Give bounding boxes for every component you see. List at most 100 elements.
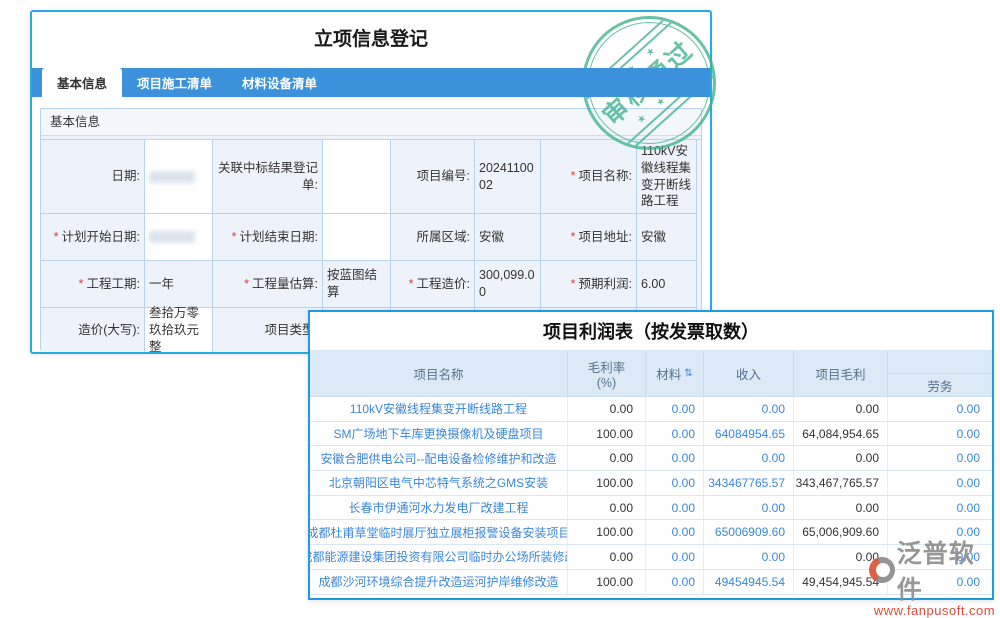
project-name-link[interactable]: 成都沙河环境综合提升改造运河护岸维修改造 bbox=[310, 570, 568, 594]
cell-value: 0.00 bbox=[568, 496, 646, 520]
cell-value: 49454945.54 bbox=[704, 570, 794, 594]
redacted-text bbox=[149, 171, 195, 183]
cell-value: 0.00 bbox=[794, 496, 888, 520]
cell-value: 0.00 bbox=[704, 446, 794, 470]
tab-1[interactable]: 项目施工清单 bbox=[122, 68, 227, 97]
column-header-text: 劳务 bbox=[927, 376, 952, 395]
field-label: *计划开始日期: bbox=[41, 214, 145, 261]
cell-value: 0.00 bbox=[888, 446, 992, 470]
column-header-5[interactable]: 劳务 bbox=[888, 351, 992, 396]
cell-value: 343467765.57 bbox=[704, 471, 794, 495]
cell-value: 0.00 bbox=[646, 545, 704, 569]
field-label: 日期: bbox=[41, 140, 145, 214]
table-row: 110kV安徽线程集变开断线路工程0.000.000.000.000.00 bbox=[310, 397, 992, 422]
fanpu-watermark: 泛普软件 www.fanpusoft.com bbox=[869, 534, 1000, 618]
required-marker: * bbox=[409, 276, 414, 293]
field-value[interactable]: 按蓝图结算 bbox=[323, 261, 391, 308]
column-header-3[interactable]: 收入 bbox=[704, 351, 794, 396]
field-label: *计划结束日期: bbox=[213, 214, 323, 261]
column-header-text: 毛利率(%) bbox=[584, 357, 629, 390]
field-label: *项目名称: bbox=[541, 140, 637, 214]
field-value[interactable]: 安徽 bbox=[475, 214, 541, 261]
table-row: SM广场地下车库更换摄像机及硬盘项目100.000.0064084954.656… bbox=[310, 422, 992, 447]
field-value[interactable]: 叁拾万零玖拾玖元整 bbox=[145, 308, 213, 354]
project-name-link[interactable]: SM广场地下车库更换摄像机及硬盘项目 bbox=[310, 422, 568, 446]
cell-value: 0.00 bbox=[888, 496, 992, 520]
project-name-link[interactable]: 成都能源建设集团投资有限公司临时办公场所装修改 bbox=[310, 545, 568, 569]
profit-table-header: 项目名称 毛利率(%) 材料⇅ 收入 项目毛利劳务 bbox=[310, 351, 992, 397]
cell-value: 0.00 bbox=[888, 422, 992, 446]
sort-icon[interactable]: ⇅ bbox=[684, 368, 692, 379]
cell-value: 100.00 bbox=[568, 422, 646, 446]
table-row: 安徽合肥供电公司--配电设备检修维护和改造0.000.000.000.000.0… bbox=[310, 446, 992, 471]
field-text: 预期利润: bbox=[579, 276, 632, 293]
field-value[interactable]: 300,099.00 bbox=[475, 261, 541, 308]
cell-value: 0.00 bbox=[568, 446, 646, 470]
cell-value: 0.00 bbox=[794, 446, 888, 470]
required-marker: * bbox=[79, 276, 84, 293]
required-marker: * bbox=[571, 276, 576, 293]
cell-value: 0.00 bbox=[646, 570, 704, 594]
project-name-link[interactable]: 110kV安徽线程集变开断线路工程 bbox=[310, 397, 568, 421]
project-name-link[interactable]: 安徽合肥供电公司--配电设备检修维护和改造 bbox=[310, 446, 568, 470]
cell-value: 0.00 bbox=[646, 520, 704, 544]
field-value[interactable] bbox=[145, 214, 213, 261]
field-value[interactable]: 一年 bbox=[145, 261, 213, 308]
project-name-link[interactable]: 长春市伊通河水力发电厂改建工程 bbox=[310, 496, 568, 520]
tab-0[interactable]: 基本信息 bbox=[42, 68, 122, 97]
field-label: *工程量估算: bbox=[213, 261, 323, 308]
project-name-link[interactable]: 北京朝阳区电气中芯特气系统之GMS安装 bbox=[310, 471, 568, 495]
watermark-brand: 泛普软件 bbox=[897, 534, 1000, 606]
column-header-text: 材料 bbox=[656, 364, 681, 383]
field-value[interactable] bbox=[323, 214, 391, 261]
field-label: 关联中标结果登记单: bbox=[213, 140, 323, 214]
field-value[interactable] bbox=[323, 140, 391, 214]
field-value[interactable] bbox=[145, 140, 213, 214]
field-text: 按蓝图结算 bbox=[327, 267, 386, 301]
column-header-group bbox=[888, 351, 992, 373]
table-row: 长春市伊通河水力发电厂改建工程0.000.000.000.000.00 bbox=[310, 496, 992, 521]
cell-value: 0.00 bbox=[704, 397, 794, 421]
field-text: 关联中标结果登记单: bbox=[217, 160, 318, 194]
field-value[interactable]: 安徽 bbox=[637, 214, 697, 261]
cell-value: 0.00 bbox=[888, 397, 992, 421]
cell-value: 65006909.60 bbox=[704, 520, 794, 544]
column-header-4[interactable]: 项目毛利 bbox=[794, 351, 888, 396]
redacted-text bbox=[149, 231, 195, 243]
cell-value: 0.00 bbox=[704, 545, 794, 569]
field-label: *项目地址: bbox=[541, 214, 637, 261]
field-value[interactable]: 110kV安徽线程集变开断线路工程 bbox=[637, 140, 697, 214]
cell-value: 0.00 bbox=[646, 496, 704, 520]
tab-2[interactable]: 材料设备清单 bbox=[227, 68, 332, 97]
column-header-2[interactable]: 材料⇅ bbox=[646, 351, 704, 396]
field-label: 项目类型: bbox=[213, 308, 323, 354]
column-header-1[interactable]: 毛利率(%) bbox=[568, 351, 646, 396]
field-text: 工程造价: bbox=[417, 276, 470, 293]
field-text: 一年 bbox=[149, 276, 174, 293]
profit-table-title: 项目利润表（按发票取数） bbox=[310, 312, 992, 351]
field-text: 计划开始日期: bbox=[62, 229, 140, 246]
field-text: 6.00 bbox=[641, 276, 665, 293]
field-label: *工程造价: bbox=[391, 261, 475, 308]
cell-value: 0.00 bbox=[646, 397, 704, 421]
tab-bar: 基本信息项目施工清单材料设备清单 bbox=[32, 68, 710, 97]
field-text: 所属区域: bbox=[417, 229, 470, 246]
cell-value: 100.00 bbox=[568, 570, 646, 594]
field-text: 工程量估算: bbox=[252, 276, 318, 293]
table-row: 北京朝阳区电气中芯特气系统之GMS安装100.000.00343467765.5… bbox=[310, 471, 992, 496]
field-text: 计划结束日期: bbox=[240, 229, 318, 246]
column-header-0[interactable]: 项目名称 bbox=[310, 351, 568, 396]
cell-value: 100.00 bbox=[568, 520, 646, 544]
field-value[interactable]: 6.00 bbox=[637, 261, 697, 308]
field-value[interactable]: 2024110002 bbox=[475, 140, 541, 214]
project-name-link[interactable]: 成都杜甫草堂临时展厅独立展柜报警设备安装项目 bbox=[310, 520, 568, 544]
cell-value: 100.00 bbox=[568, 471, 646, 495]
field-text: 项目地址: bbox=[579, 229, 632, 246]
field-text: 造价(大写): bbox=[78, 322, 140, 339]
field-label: 项目编号: bbox=[391, 140, 475, 214]
column-header-text: 收入 bbox=[736, 364, 761, 383]
column-header-text: 项目名称 bbox=[413, 364, 463, 383]
cell-value: 0.00 bbox=[646, 422, 704, 446]
field-text: 安徽 bbox=[641, 229, 666, 246]
cell-value: 64084954.65 bbox=[704, 422, 794, 446]
